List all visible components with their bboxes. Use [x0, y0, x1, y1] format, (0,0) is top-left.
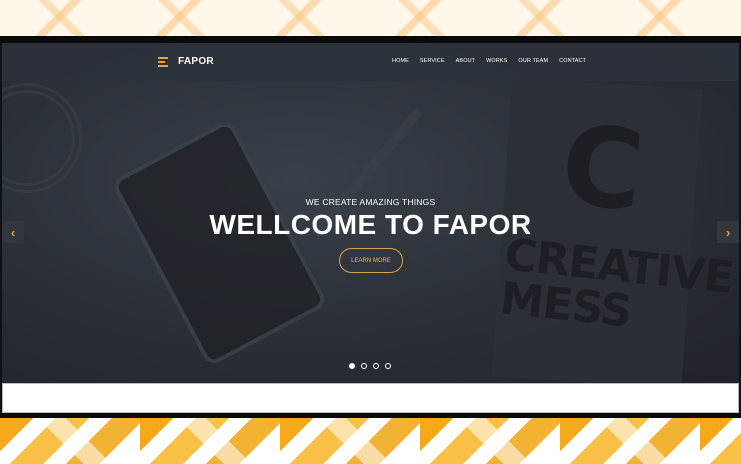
logo[interactable]: FAPOR: [158, 56, 214, 67]
decorative-backdrop-bottom: [0, 418, 741, 464]
hero-title: WELLCOME TO FAPOR: [209, 209, 532, 240]
chevron-right-icon: ›: [725, 224, 731, 240]
slider-dot[interactable]: [361, 363, 367, 369]
content-strip: [2, 383, 739, 413]
navbar: FAPOR HOME SERVICE ABOUT WORKS OUR TEAM …: [2, 43, 739, 81]
main-nav: HOME SERVICE ABOUT WORKS OUR TEAM CONTAC…: [392, 58, 586, 64]
logo-text: FAPOR: [178, 56, 214, 67]
nav-about[interactable]: ABOUT: [456, 58, 475, 64]
book-text: CREATIVE MESS: [498, 229, 736, 340]
nav-service[interactable]: SERVICE: [420, 58, 445, 64]
menu-lines-icon: [158, 56, 168, 67]
slider-dot[interactable]: [373, 363, 379, 369]
nav-works[interactable]: WORKS: [486, 58, 507, 64]
decorative-backdrop-top: [0, 0, 741, 36]
slider-dot[interactable]: [349, 363, 355, 369]
decorative-disc: [2, 83, 82, 193]
slider-prev-button[interactable]: ‹: [2, 221, 24, 243]
nav-our-team[interactable]: OUR TEAM: [518, 58, 548, 64]
slider-dots: [349, 363, 391, 369]
nav-home[interactable]: HOME: [392, 58, 409, 64]
decorative-phone: [110, 118, 329, 368]
chevron-left-icon: ‹: [10, 224, 16, 240]
slider-dot[interactable]: [385, 363, 391, 369]
slider-next-button[interactable]: ›: [717, 221, 739, 243]
site-preview-frame: C CREATIVE MESS FAPOR HOME SERVICE ABOUT…: [0, 36, 741, 418]
learn-more-button[interactable]: LEARN MORE: [339, 248, 403, 273]
hero-slider: C CREATIVE MESS FAPOR HOME SERVICE ABOUT…: [2, 43, 739, 383]
nav-contact[interactable]: CONTACT: [559, 58, 586, 64]
hero-subtitle: WE CREATE AMAZING THINGS: [305, 197, 436, 207]
